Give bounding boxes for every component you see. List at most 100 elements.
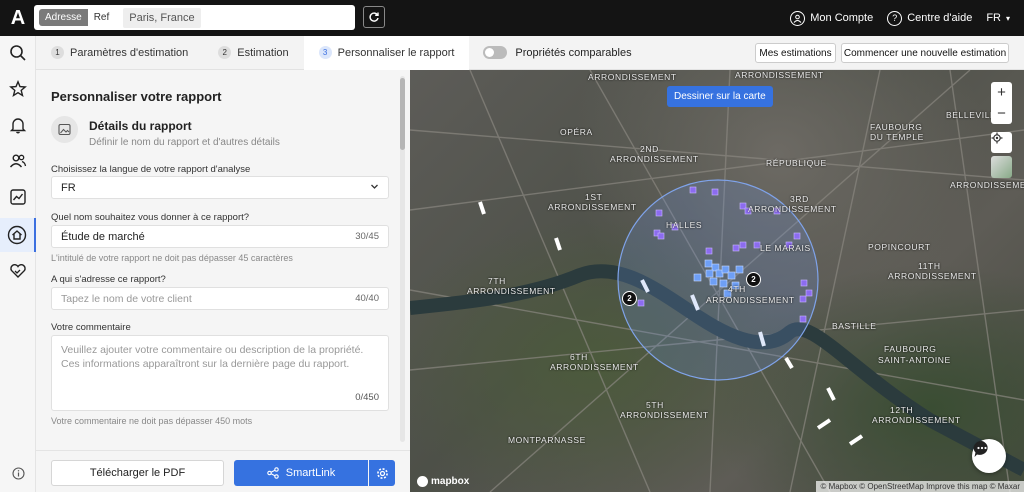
address-input[interactable]: Paris, France [123,7,201,28]
cluster-marker[interactable]: 2 [746,272,761,287]
map-label: 11TH [918,261,941,271]
language-select[interactable]: FR ▾ [986,12,1010,24]
account-link[interactable]: Mon Compte [790,10,874,26]
mapbox-logo: mapbox [417,476,469,487]
bell-icon [9,118,27,134]
zoom-out-button[interactable]: − [991,103,1012,124]
step-label: Estimation [237,46,289,59]
map-label: DU TEMPLE [870,132,924,142]
language-label: FR [986,12,1001,24]
step-tabs: 1 Paramètres d'estimation 2 Estimation 3… [36,35,1024,70]
mapbox-icon [417,476,428,487]
address-search-box: Adresse Ref Paris, France [34,5,355,30]
map-label: 12TH [890,405,914,415]
help-label: Centre d'aide [907,12,973,24]
chat-button[interactable] [972,439,1006,473]
nav-partners[interactable] [0,254,36,288]
map-label: ARRONDISSEMENT [872,415,961,425]
page-title: Personnaliser votre rapport [51,89,222,104]
toggle-switch[interactable] [483,46,508,59]
share-icon [266,467,279,479]
map-label: ARRONDISSEMENT [950,180,1024,190]
location-icon [991,132,1012,153]
star-icon [9,80,27,98]
refresh-button[interactable] [363,6,385,28]
map-label: ARRONDISSEMENT [888,271,977,281]
zoom-in-button[interactable]: + [991,82,1012,103]
nav-favorites[interactable] [0,72,36,106]
mode-adresse[interactable]: Adresse [39,9,88,26]
cluster-marker[interactable]: 2 [622,291,637,306]
report-name-input[interactable]: Étude de marché 30/45 [51,225,389,248]
step-number: 2 [218,46,232,59]
map-label: 5TH [646,400,664,410]
map-label: FAUBOURG [884,344,937,354]
info-icon [11,466,25,480]
selected-language: FR [61,181,76,194]
nav-estimation[interactable] [0,218,36,252]
house-estimate-icon [7,225,27,245]
client-name-input[interactable]: Tapez le nom de votre client 40/40 [51,287,389,310]
side-nav [0,36,36,492]
smartlink-settings-button[interactable] [369,460,395,486]
map-label: ARRONDISSEMENT [706,295,795,305]
map-label: RÉPUBLIQUE [766,158,827,168]
map-label: ARRONDISSEMENT [467,286,556,296]
step-label: Paramètres d'estimation [70,46,189,59]
mapbox-label: mapbox [431,476,470,487]
map-label: 2ND [640,144,659,154]
map-label: 6TH [570,352,588,362]
report-name-counter: 30/45 [355,231,379,242]
smartlink-label: SmartLink [285,467,336,479]
gear-icon [376,467,388,479]
new-estimate-button[interactable]: Commencer une nouvelle estimation [841,43,1009,63]
help-link[interactable]: ? Centre d'aide [887,10,973,26]
section-subtitle: Définir le nom du rapport et d'autres dé… [89,137,280,148]
nav-users[interactable] [0,144,36,178]
map-label: 4TH [728,284,746,294]
step-label: Personnaliser le rapport [337,46,455,59]
scrollbar-thumb[interactable] [400,78,405,150]
map-style-toggle[interactable] [991,156,1012,178]
search-mode-toggle: Adresse Ref [39,9,115,26]
nav-info[interactable] [0,456,36,490]
map-label: ARRONDISSEMENT [735,70,824,80]
map-attribution[interactable]: © Mapbox © OpenStreetMap Improve this ma… [816,481,1024,492]
client-label: A qui s'adresse ce rapport? [51,274,166,285]
my-estimates-button[interactable]: Mes estimations [755,43,836,63]
panel-footer: Télécharger le PDF SmartLink [36,450,410,492]
nav-search[interactable] [0,36,36,70]
tab-step-3[interactable]: 3 Personnaliser le rapport [303,35,470,70]
comment-textarea[interactable]: Veuillez ajouter votre commentaire ou de… [51,335,389,411]
map-label: MONTPARNASSE [508,435,586,445]
map-view[interactable]: ARRONDISSEMENT ARRONDISSEMENT OPÉRA 2ND … [410,70,1024,492]
map-label: SAINT-ANTOINE [878,355,951,365]
account-label: Mon Compte [810,12,874,24]
image-icon [51,116,78,143]
map-label: ARRONDISSEMENT [588,72,677,82]
app-logo[interactable]: A [0,0,36,36]
report-form-panel: Personnaliser votre rapport Détails du r… [36,70,410,492]
nav-notifications[interactable] [0,108,36,142]
tab-step-1[interactable]: 1 Paramètres d'estimation [36,36,203,70]
top-bar: A Adresse Ref Paris, France Mon Compte ?… [0,0,1024,36]
comment-placeholder: Veuillez ajouter votre commentaire ou de… [61,344,364,370]
report-name-label: Quel nom souhaitez vous donner à ce rapp… [51,212,250,223]
panel-scrollbar[interactable] [400,76,405,442]
map-label: ARRONDISSEMENT [610,154,699,164]
report-name-value: Étude de marché [61,230,145,243]
map-label: ARRONDISSEMENT [550,362,639,372]
nav-analytics[interactable] [0,180,36,214]
tab-step-2[interactable]: 2 Estimation [203,36,303,70]
refresh-icon [369,12,379,22]
report-language-select[interactable]: FR [51,176,389,199]
smartlink-button[interactable]: SmartLink [234,460,368,486]
draw-on-map-button[interactable]: Dessiner sur la carte [667,86,773,107]
download-pdf-button[interactable]: Télécharger le PDF [51,460,224,486]
locate-button[interactable] [991,132,1012,153]
comparables-toggle[interactable]: Propriétés comparables [483,46,632,59]
comment-counter: 0/450 [355,392,379,403]
client-counter: 40/40 [355,293,379,304]
mode-ref[interactable]: Ref [88,9,116,26]
zoom-controls: + − [991,82,1012,124]
